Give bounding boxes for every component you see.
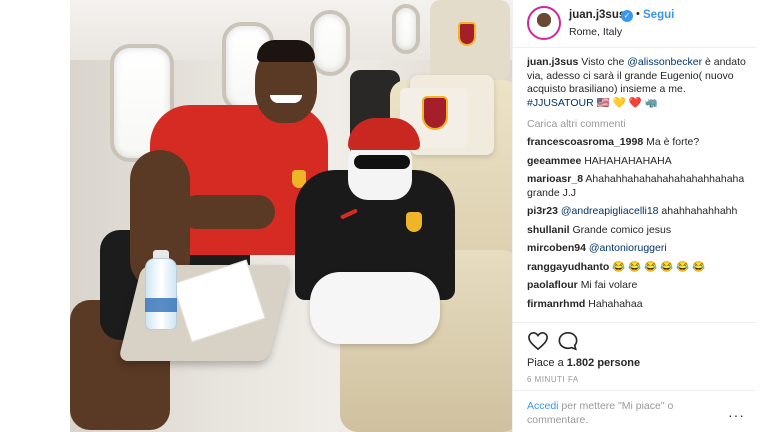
cabin-window [392, 4, 420, 54]
likes-suffix: persone [594, 357, 641, 369]
comments-list[interactable]: juan.j3sus Visto che @alissonbecker è an… [527, 56, 753, 318]
comment-item: mircoben94 @antonioruggeri [527, 242, 753, 256]
person-smile [270, 95, 302, 103]
comment-text: 😂 😂 😂 😂 😂 😂 [612, 260, 706, 273]
comment-item: paolaflour Mi fai volare [527, 279, 753, 293]
post-header: juan.j3sus ✓ • Segui Rome, Italy [513, 0, 757, 48]
comment-text: Ma è forte? [646, 136, 700, 148]
follow-button[interactable]: Segui [643, 9, 674, 21]
page-margin [0, 0, 70, 432]
post-sidebar: juan.j3sus ✓ • Segui Rome, Italy juan.j3… [512, 0, 757, 432]
roma-logo-icon [422, 96, 448, 130]
comment-username[interactable]: ranggayudhanto [527, 261, 609, 273]
person-thumbs-up [180, 195, 275, 229]
comment-bubble-icon[interactable] [557, 331, 579, 351]
comment-username[interactable]: firmanrhmd [527, 298, 585, 310]
post-caption: juan.j3sus Visto che @alissonbecker è an… [527, 56, 753, 110]
comment-item: geeammee HAHAHAHAHAHA [527, 155, 753, 169]
timestamp[interactable]: 6 MINUTI FA [527, 375, 579, 384]
comment-username[interactable]: geeammee [527, 155, 581, 167]
comment-item: marioasr_8 Ahahahhahahahahahahahhahaha g… [527, 173, 753, 200]
pillow [310, 272, 440, 344]
comment-item: ranggayudhanto 😂 😂 😂 😂 😂 😂 [527, 261, 753, 275]
comment-text: Mi fai volare [580, 279, 638, 291]
comment-mention[interactable]: @antonioruggeri [589, 242, 667, 254]
dummy-cap [348, 118, 420, 150]
comment-username[interactable]: francescoasroma_1998 [527, 136, 643, 148]
comment-username[interactable]: paolaflour [527, 279, 578, 291]
comment-text: HAHAHAHAHAHA [584, 154, 672, 167]
likes-number: 1.802 [566, 357, 595, 369]
comment-item: francescoasroma_1998 Ma è forte? [527, 136, 753, 150]
caption-emojis: 🇺🇸 💛 ❤️ 🦏 [596, 96, 658, 109]
post-photo[interactable] [70, 0, 512, 432]
login-link[interactable]: Accedi [527, 400, 559, 412]
roma-logo-icon [458, 22, 476, 46]
avatar[interactable] [527, 6, 561, 40]
verified-badge-icon: ✓ [621, 10, 633, 22]
caption-hashtag[interactable]: #JJUSATOUR [527, 97, 594, 109]
comment-mention[interactable]: @andreapigliacelli18 [561, 205, 659, 217]
comment-username[interactable]: mircoben94 [527, 242, 586, 254]
comment-text: Hahahahaa [588, 297, 643, 310]
login-prompt-text: Accedi per mettere "Mi piace" o commenta… [527, 399, 717, 427]
comment-username[interactable]: pi3r23 [527, 205, 558, 217]
comment-text: ahahhahahhahh [661, 205, 738, 217]
separator-dot: • [636, 8, 640, 20]
roma-logo-icon [406, 212, 422, 232]
comment-item: shullanil Grande comico jesus [527, 224, 753, 238]
location-link[interactable]: Rome, Italy [569, 26, 622, 38]
caption-mention[interactable]: @alissonbecker [627, 56, 702, 68]
caption-username[interactable]: juan.j3sus [527, 56, 578, 68]
comment-item: firmanrhmd Hahahahaa [527, 298, 753, 312]
cabin-window [310, 10, 350, 76]
water-bottle [145, 258, 177, 330]
heart-icon[interactable] [527, 331, 549, 351]
caption-text: Visto che [581, 56, 628, 68]
comment-item: pi3r23 @andreapigliacelli18 ahahhahahhah… [527, 205, 753, 219]
comment-username[interactable]: shullanil [527, 224, 570, 236]
more-options-icon[interactable]: ··· [728, 407, 745, 423]
username-link[interactable]: juan.j3sus [569, 9, 625, 21]
page-margin [756, 0, 768, 432]
person-hair [257, 40, 315, 62]
likes-prefix: Piace a [527, 357, 567, 369]
likes-count[interactable]: Piace a 1.802 persone [527, 357, 640, 369]
login-prompt: Accedi per mettere "Mi piace" o commenta… [513, 390, 757, 432]
comment-username[interactable]: marioasr_8 [527, 173, 583, 185]
load-more-comments-button[interactable]: Carica altri commenti [527, 118, 753, 130]
bottle-label [145, 298, 177, 312]
sunglasses [354, 155, 410, 169]
comment-text: Grande comico jesus [572, 223, 672, 236]
